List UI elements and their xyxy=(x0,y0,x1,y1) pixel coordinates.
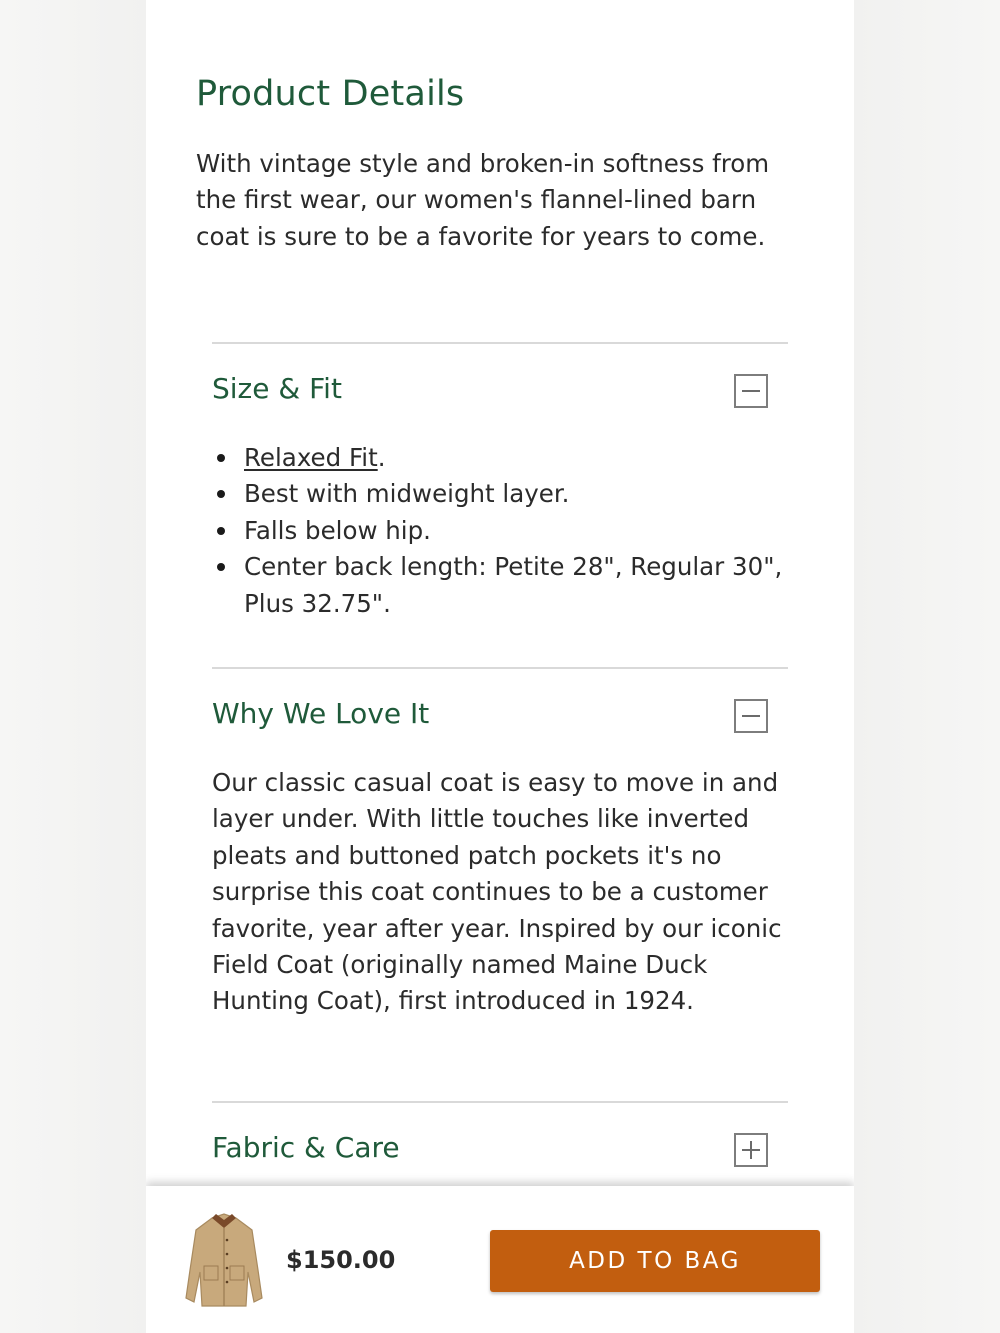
why-we-love-it-body: Our classic casual coat is easy to move … xyxy=(212,768,782,1016)
add-to-bag-button[interactable]: ADD TO BAG xyxy=(490,1230,820,1292)
why-we-love-it-header[interactable]: Why We Love It xyxy=(212,669,788,765)
size-fit-header[interactable]: Size & Fit xyxy=(212,344,788,440)
page-title: Product Details xyxy=(196,74,465,114)
list-item: Best with midweight layer. xyxy=(217,476,788,512)
minus-icon xyxy=(742,715,760,717)
fabric-care-header[interactable]: Fabric & Care xyxy=(212,1103,788,1199)
expand-fabric-care-button[interactable] xyxy=(734,1133,768,1167)
relaxed-fit-link[interactable]: Relaxed Fit xyxy=(244,443,378,472)
size-fit-title: Size & Fit xyxy=(212,372,342,405)
why-we-love-it-title: Why We Love It xyxy=(212,697,430,730)
size-fit-section: Size & Fit Relaxed Fit. Best with midwei… xyxy=(212,342,788,622)
list-item: Relaxed Fit. xyxy=(217,440,788,476)
why-we-love-it-section: Why We Love It Our classic casual coat i… xyxy=(212,667,788,1020)
list-item: Center back length: Petite 28", Regular … xyxy=(217,549,788,622)
minus-icon xyxy=(742,390,760,392)
backdrop-left xyxy=(0,0,146,1333)
product-price: $150.00 xyxy=(286,1246,396,1274)
product-description: With vintage style and broken-in softnes… xyxy=(196,149,770,251)
list-item-suffix: . xyxy=(377,443,386,472)
product-details-panel: Product Details With vintage style and b… xyxy=(146,0,854,1333)
list-item: Falls below hip. xyxy=(217,513,788,549)
plus-icon xyxy=(750,1141,752,1159)
barn-coat-thumbnail[interactable] xyxy=(184,1210,264,1310)
collapse-size-fit-button[interactable] xyxy=(734,374,768,408)
collapse-why-we-love-it-button[interactable] xyxy=(734,699,768,733)
fabric-care-title: Fabric & Care xyxy=(212,1131,400,1164)
backdrop-right xyxy=(854,0,1000,1333)
sticky-purchase-bar: $150.00 ADD TO BAG xyxy=(146,1186,854,1333)
fabric-care-section: Fabric & Care xyxy=(212,1101,788,1199)
size-fit-list: Relaxed Fit. Best with midweight layer. … xyxy=(212,440,788,622)
